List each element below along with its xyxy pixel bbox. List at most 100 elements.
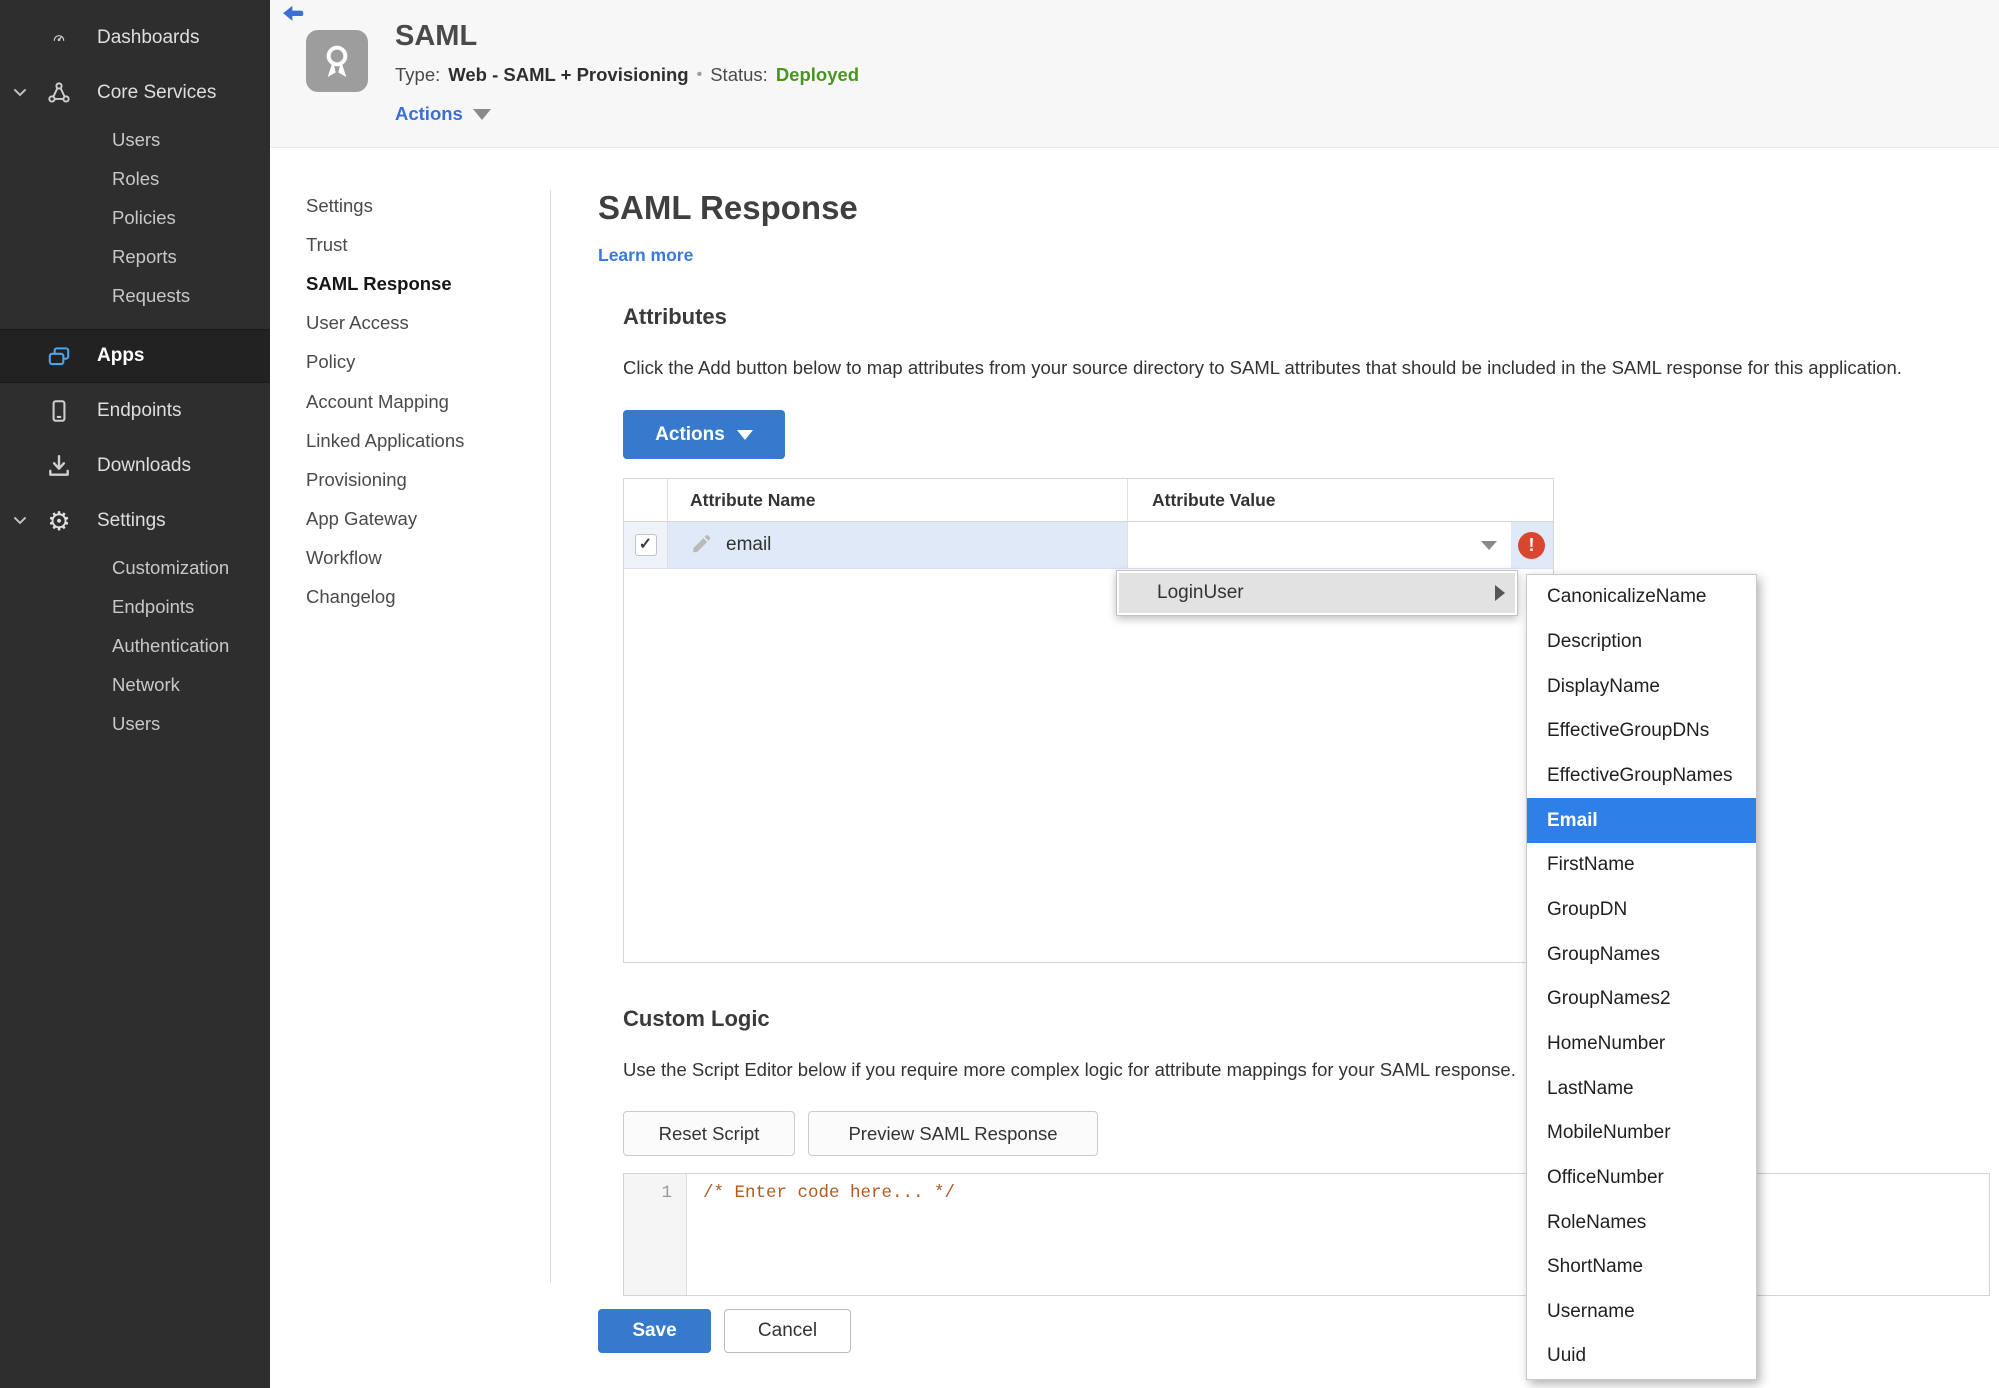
attribute-name-cell: email bbox=[668, 522, 1127, 568]
menu-item-label: LoginUser bbox=[1157, 582, 1244, 603]
attribute-option[interactable]: HomeNumber bbox=[1527, 1022, 1756, 1067]
app-header: SAML Type: Web - SAML + Provisioning • S… bbox=[270, 0, 1999, 148]
header-actions-menu[interactable]: Actions bbox=[395, 103, 491, 125]
attribute-option[interactable]: Uuid bbox=[1527, 1334, 1756, 1379]
app-subnav: Settings Trust SAML Response User Access… bbox=[306, 186, 536, 617]
custom-logic-heading: Custom Logic bbox=[623, 1006, 770, 1031]
actions-button-label: Actions bbox=[655, 423, 725, 445]
sidebar-item-label: Requests bbox=[112, 284, 191, 306]
sidebar-item-dashboards[interactable]: Dashboards bbox=[0, 10, 270, 65]
sidebar-item-label: Authentication bbox=[112, 634, 230, 656]
attribute-option[interactable]: GroupDN bbox=[1527, 888, 1756, 933]
editor-code[interactable]: /* Enter code here... */ bbox=[687, 1174, 1989, 1295]
sidebar-item-label: Core Services bbox=[97, 81, 217, 103]
sidebar-item-roles[interactable]: Roles bbox=[0, 159, 270, 198]
subnav-item-user-access[interactable]: User Access bbox=[306, 304, 536, 343]
sidebar-item-label: Network bbox=[112, 673, 180, 695]
sidebar-item-network[interactable]: Network bbox=[0, 665, 270, 704]
row-checkbox-cell bbox=[624, 522, 668, 568]
subnav-item-account-mapping[interactable]: Account Mapping bbox=[306, 382, 536, 421]
subnav-item-provisioning[interactable]: Provisioning bbox=[306, 460, 536, 499]
sidebar-item-label: Settings bbox=[97, 509, 166, 531]
learn-more-link[interactable]: Learn more bbox=[598, 245, 693, 266]
app-page: Dashboards Core Services Users Roles Pol… bbox=[0, 0, 1999, 1388]
subnav-item-saml-response[interactable]: SAML Response bbox=[306, 264, 536, 303]
header-checkbox-cell bbox=[624, 479, 668, 521]
sidebar-item-settings[interactable]: ⚙ Settings bbox=[0, 493, 270, 548]
subnav-item-app-gateway[interactable]: App Gateway bbox=[306, 500, 536, 539]
attribute-option[interactable]: EffectiveGroupDNs bbox=[1527, 709, 1756, 754]
sidebar-item-label: Reports bbox=[112, 245, 177, 267]
pencil-icon[interactable] bbox=[690, 534, 712, 556]
attribute-option[interactable]: RoleNames bbox=[1527, 1200, 1756, 1245]
chevron-down-icon bbox=[13, 85, 27, 99]
sidebar-item-label: Customization bbox=[112, 556, 230, 578]
sidebar-item-endpoints[interactable]: Endpoints bbox=[0, 383, 270, 438]
reset-script-button[interactable]: Reset Script bbox=[623, 1111, 795, 1156]
section-title: SAML Response bbox=[598, 189, 858, 226]
attribute-option[interactable]: Username bbox=[1527, 1290, 1756, 1335]
sidebar-item-label: Downloads bbox=[97, 454, 191, 476]
attribute-option[interactable]: EffectiveGroupNames bbox=[1527, 754, 1756, 799]
download-icon bbox=[46, 453, 72, 479]
table-header-row: Attribute Name Attribute Value bbox=[624, 479, 1553, 522]
attribute-option[interactable]: ShortName bbox=[1527, 1245, 1756, 1290]
subnav-item-settings[interactable]: Settings bbox=[306, 186, 536, 225]
checkbox-checked[interactable] bbox=[634, 534, 657, 556]
chevron-down-icon bbox=[472, 108, 491, 120]
preview-saml-response-button[interactable]: Preview SAML Response bbox=[808, 1111, 1098, 1156]
subnav-item-policy[interactable]: Policy bbox=[306, 343, 536, 382]
attribute-option[interactable]: OfficeNumber bbox=[1527, 1156, 1756, 1201]
chevron-down-icon bbox=[736, 429, 753, 440]
sidebar-item-reports[interactable]: Reports bbox=[0, 237, 270, 276]
dashboard-icon bbox=[46, 25, 72, 51]
menu-item-loginuser[interactable]: LoginUser bbox=[1119, 573, 1515, 613]
attribute-option[interactable]: GroupNames2 bbox=[1527, 977, 1756, 1022]
subnav-item-linked-applications[interactable]: Linked Applications bbox=[306, 421, 536, 460]
sidebar-item-policies[interactable]: Policies bbox=[0, 198, 270, 237]
attribute-option[interactable]: LastName bbox=[1527, 1066, 1756, 1111]
attribute-option[interactable]: Description bbox=[1527, 620, 1756, 665]
sidebar-item-customization[interactable]: Customization bbox=[0, 548, 270, 587]
attribute-option[interactable]: DisplayName bbox=[1527, 664, 1756, 709]
script-editor[interactable]: 1 /* Enter code here... */ bbox=[623, 1173, 1990, 1296]
attributes-description: Click the Add button below to map attrib… bbox=[623, 357, 1902, 378]
attributes-actions-button[interactable]: Actions bbox=[623, 410, 785, 459]
attributes-table: Attribute Name Attribute Value email bbox=[623, 478, 1554, 963]
sidebar-item-label: Users bbox=[112, 128, 161, 150]
back-arrow-icon[interactable] bbox=[281, 4, 307, 28]
attribute-option-selected[interactable]: Email bbox=[1527, 798, 1756, 843]
attribute-value-dropdown[interactable] bbox=[1127, 522, 1511, 568]
saml-app-icon bbox=[306, 30, 368, 92]
column-header-attribute-name: Attribute Name bbox=[690, 489, 816, 510]
sidebar-item-core-services[interactable]: Core Services bbox=[0, 65, 270, 120]
subnav-item-workflow[interactable]: Workflow bbox=[306, 539, 536, 578]
apps-icon bbox=[46, 343, 72, 369]
editor-line-number: 1 bbox=[624, 1174, 687, 1295]
sidebar-item-label: Endpoints bbox=[97, 399, 182, 421]
attributes-heading: Attributes bbox=[623, 304, 727, 329]
table-row: email bbox=[624, 522, 1553, 569]
attribute-option[interactable]: GroupNames bbox=[1527, 932, 1756, 977]
attribute-option[interactable]: MobileNumber bbox=[1527, 1111, 1756, 1156]
sidebar-item-downloads[interactable]: Downloads bbox=[0, 438, 270, 493]
sidebar-item-settings-endpoints[interactable]: Endpoints bbox=[0, 587, 270, 626]
sidebar-item-label: Roles bbox=[112, 167, 160, 189]
sidebar-item-users[interactable]: Users bbox=[0, 120, 270, 159]
status-label: Status: bbox=[710, 64, 768, 85]
sidebar-item-label: Apps bbox=[97, 345, 145, 366]
attribute-value-menu: LoginUser bbox=[1116, 570, 1518, 616]
sidebar-item-apps[interactable]: Apps bbox=[0, 329, 270, 383]
vertical-divider bbox=[550, 190, 551, 1283]
subnav-item-changelog[interactable]: Changelog bbox=[306, 578, 536, 617]
save-button[interactable]: Save bbox=[598, 1309, 711, 1353]
sidebar-item-authentication[interactable]: Authentication bbox=[0, 626, 270, 665]
attribute-name-value: email bbox=[726, 534, 772, 555]
sidebar-item-label: Policies bbox=[112, 206, 176, 228]
attribute-option[interactable]: FirstName bbox=[1527, 843, 1756, 888]
attribute-option[interactable]: CanonicalizeName bbox=[1527, 575, 1756, 620]
sidebar-item-requests[interactable]: Requests bbox=[0, 276, 270, 315]
sidebar-item-settings-users[interactable]: Users bbox=[0, 704, 270, 743]
subnav-item-trust[interactable]: Trust bbox=[306, 225, 536, 264]
cancel-button[interactable]: Cancel bbox=[724, 1309, 851, 1353]
